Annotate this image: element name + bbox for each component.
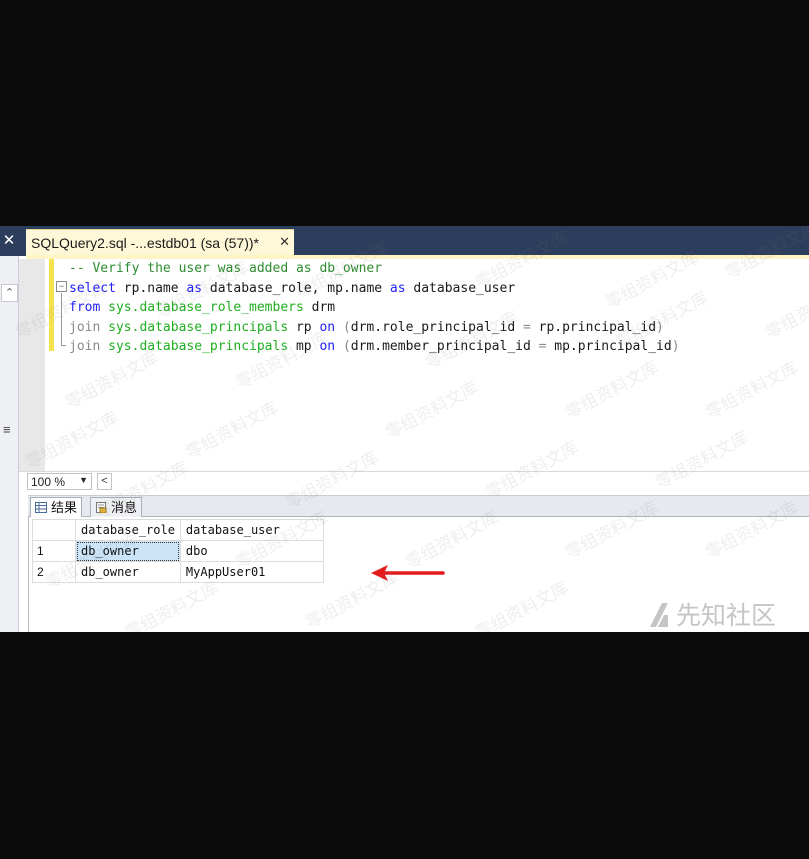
zoom-dropdown[interactable]: 100 % ▼ bbox=[27, 473, 92, 490]
code-token: mp bbox=[288, 339, 320, 354]
code-line[interactable]: -- Verify the user was added as db_owner bbox=[69, 259, 680, 279]
table-cell[interactable]: MyAppUser01 bbox=[179, 561, 324, 583]
code-token: ( bbox=[342, 319, 351, 335]
row-number[interactable]: 1 bbox=[32, 540, 76, 562]
editor-status-bar: 100 % ▼ < bbox=[19, 471, 809, 491]
code-token: mp.principal_id bbox=[546, 339, 672, 354]
code-line[interactable]: select rp.name as database_role, mp.name… bbox=[69, 279, 680, 299]
code-token: database_role, mp.name bbox=[202, 280, 390, 296]
table-cell[interactable]: dbo bbox=[179, 540, 324, 562]
brand-watermark: 先知社区 bbox=[648, 596, 776, 632]
code-token: rp bbox=[288, 319, 320, 335]
ssms-window: ✕ SQLQuery2.sql -...estdb01 (sa (57))* ✕… bbox=[0, 226, 809, 632]
scroll-left-icon[interactable]: < bbox=[97, 473, 112, 490]
zoom-value: 100 % bbox=[31, 475, 66, 489]
code-token: on bbox=[319, 339, 336, 354]
code-line[interactable]: join sys.database_principals rp on (drm.… bbox=[69, 318, 680, 338]
code-token: on bbox=[319, 319, 336, 335]
tab-messages[interactable]: 消息 bbox=[90, 497, 143, 517]
grid-header-row: database_role database_user bbox=[32, 519, 324, 541]
results-grid[interactable]: database_role database_user 1 db_owner d… bbox=[32, 519, 324, 583]
code-token: database_user bbox=[405, 280, 516, 296]
code-line[interactable]: join sys.database_principals mp on (drm.… bbox=[69, 337, 680, 357]
code-token: drm.member_principal_id bbox=[350, 339, 539, 354]
code-token: as bbox=[186, 280, 203, 296]
code-line[interactable]: from sys.database_role_members drm bbox=[69, 298, 680, 318]
brand-logo-icon bbox=[650, 603, 668, 627]
outline-end bbox=[61, 345, 66, 346]
table-cell[interactable]: db_owner bbox=[75, 540, 181, 562]
code-token: sys.database_principals bbox=[108, 319, 289, 335]
tab-results[interactable]: 结果 bbox=[30, 497, 83, 517]
code-token: drm.role_principal_id bbox=[350, 319, 523, 335]
code-token: -- Verify the user was added as db_owner bbox=[69, 261, 383, 276]
left-side-panel: ⌃ ≡ bbox=[0, 256, 19, 632]
tab-title: SQLQuery2.sql -...estdb01 (sa (57))* bbox=[31, 235, 259, 251]
tab-results-label: 结果 bbox=[51, 500, 78, 515]
code-token: ) bbox=[671, 339, 680, 354]
outline-line bbox=[61, 293, 62, 345]
grid-icon bbox=[35, 502, 47, 513]
table-row[interactable]: 1 db_owner dbo bbox=[32, 540, 324, 562]
change-tracking-bar bbox=[49, 259, 54, 351]
code-token: select bbox=[69, 280, 116, 296]
red-arrow-annotation bbox=[371, 565, 445, 581]
code-token: sys.database_principals bbox=[108, 339, 289, 354]
sql-code[interactable]: -- Verify the user was added as db_owner… bbox=[69, 259, 680, 357]
row-number[interactable]: 2 bbox=[32, 561, 76, 583]
chevron-up-icon[interactable]: ⌃ bbox=[1, 284, 18, 302]
table-row[interactable]: 2 db_owner MyAppUser01 bbox=[32, 561, 324, 583]
table-cell[interactable]: db_owner bbox=[75, 561, 181, 583]
collapse-region-icon[interactable]: − bbox=[56, 281, 67, 292]
tab-sqlquery2[interactable]: SQLQuery2.sql -...estdb01 (sa (57))* ✕ bbox=[26, 229, 294, 256]
column-header[interactable]: database_role bbox=[75, 519, 181, 541]
code-token: join bbox=[69, 339, 101, 354]
code-token: join bbox=[69, 319, 101, 335]
code-token: from bbox=[69, 300, 101, 315]
brand-text: 先知社区 bbox=[676, 601, 777, 630]
line-gutter bbox=[19, 259, 45, 471]
tab-messages-label: 消息 bbox=[111, 500, 138, 515]
document-tab-strip: ✕ SQLQuery2.sql -...estdb01 (sa (57))* ✕ bbox=[0, 226, 809, 256]
code-token: drm bbox=[303, 300, 336, 315]
tab-close-icon[interactable]: ✕ bbox=[279, 234, 290, 250]
code-token: rp.principal_id bbox=[530, 319, 657, 335]
column-header[interactable]: database_user bbox=[179, 519, 324, 541]
grid-corner[interactable] bbox=[32, 519, 76, 541]
menu-icon[interactable]: ≡ bbox=[3, 422, 11, 437]
code-token: sys.database_role_members bbox=[108, 300, 304, 315]
message-icon bbox=[96, 502, 107, 513]
results-tabs: 结果 消息 bbox=[28, 495, 809, 517]
code-token: as bbox=[389, 280, 406, 296]
query-editor[interactable]: − -- Verify the user was added as db_own… bbox=[19, 259, 809, 471]
code-token: = bbox=[522, 319, 531, 335]
code-token: ( bbox=[342, 339, 351, 354]
close-icon[interactable]: ✕ bbox=[0, 230, 18, 252]
horizontal-scrollbar[interactable] bbox=[114, 478, 804, 484]
code-token: rp.name bbox=[115, 280, 187, 296]
code-token: ) bbox=[656, 319, 664, 335]
dropdown-arrow-icon: ▼ bbox=[79, 475, 88, 485]
